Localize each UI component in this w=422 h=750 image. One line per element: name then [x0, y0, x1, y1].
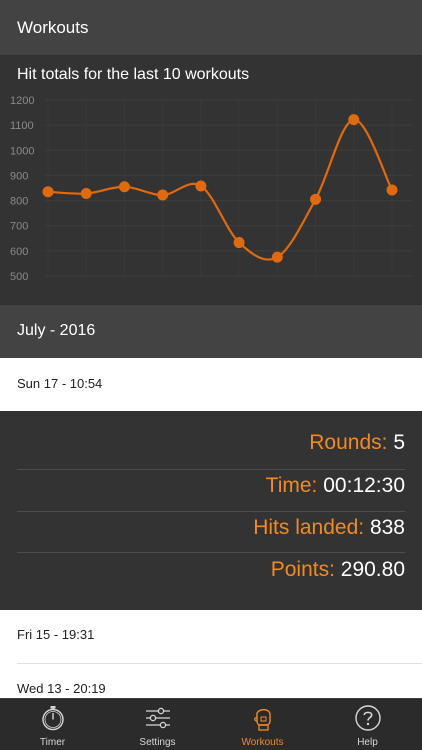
hits-line-chart: 500 600 700 800 900 1000 1100 1200 [10, 95, 412, 283]
workout-details: Rounds: 5 Time: 00:12:30 Hits landed: 83… [0, 411, 422, 610]
hits-value: 838 [369, 516, 405, 539]
tab-workouts[interactable]: Workouts [210, 699, 315, 750]
time-detail: Time: 00:12:30 [266, 474, 405, 514]
data-point [118, 181, 130, 193]
rounds-value: 5 [393, 431, 405, 454]
data-point [310, 193, 322, 205]
data-point [386, 184, 398, 196]
hits-series-line [47, 118, 393, 261]
time-value: 00:12:30 [323, 474, 405, 497]
y-tick-label: 1200 [10, 95, 34, 107]
hits-chart-panel: Hit totals for the last 10 workouts 500 6… [0, 55, 422, 305]
y-tick-label: 1100 [10, 120, 34, 132]
tab-label: Timer [39, 737, 66, 748]
sliders-icon [144, 704, 172, 737]
workout-row[interactable]: Wed 13 - 20:19 [0, 664, 422, 698]
data-point [42, 186, 54, 198]
tab-label: Settings [139, 737, 176, 748]
workout-row-label: Fri 15 - 19:31 [17, 627, 95, 642]
points-value: 290.80 [340, 558, 405, 581]
rounds-detail: Rounds: 5 [309, 431, 405, 471]
app-screen: Workouts Hit totals for the last 10 work… [0, 0, 422, 750]
tab-settings[interactable]: Settings [105, 699, 210, 750]
workout-row-label: Wed 13 - 20:19 [17, 681, 106, 696]
tab-bar: Timer Settings Workouts Help [0, 698, 422, 750]
y-tick-label: 500 [10, 271, 28, 283]
data-point [233, 237, 245, 249]
nav-bar: Workouts [0, 0, 422, 55]
workout-row[interactable]: Fri 15 - 19:31 [0, 610, 422, 664]
hits-key: Hits landed: [253, 516, 365, 539]
hits-detail: Hits landed: 838 [253, 516, 405, 556]
y-tick-label: 900 [10, 170, 28, 182]
data-point [271, 251, 283, 263]
data-point [348, 114, 360, 126]
tab-label: Workouts [241, 737, 284, 748]
data-point [80, 188, 92, 200]
points-key: Points: [270, 558, 335, 581]
workout-row[interactable]: Sun 17 - 10:54 [0, 358, 422, 411]
y-tick-label: 800 [10, 196, 28, 208]
stopwatch-icon [39, 704, 67, 737]
y-tick-label: 700 [10, 221, 28, 233]
rounds-key: Rounds: [309, 431, 388, 454]
points-detail: Points: 290.80 [271, 558, 405, 598]
help-icon [354, 704, 382, 737]
tab-help[interactable]: Help [315, 699, 420, 750]
workout-row-label: Sun 17 - 10:54 [17, 376, 103, 391]
detail-divider [17, 469, 405, 470]
detail-divider [17, 552, 405, 553]
data-point [195, 180, 207, 192]
data-point [157, 189, 169, 201]
month-label: July - 2016 [17, 322, 96, 339]
y-tick-label: 600 [10, 246, 28, 258]
boxing-glove-icon [249, 704, 277, 737]
page-title: Workouts [17, 18, 89, 37]
month-section-header: July - 2016 [0, 305, 422, 358]
y-tick-label: 1000 [10, 145, 34, 157]
tab-timer[interactable]: Timer [0, 699, 105, 750]
tab-label: Help [357, 737, 378, 748]
time-key: Time: [265, 474, 318, 497]
detail-divider [17, 511, 405, 512]
